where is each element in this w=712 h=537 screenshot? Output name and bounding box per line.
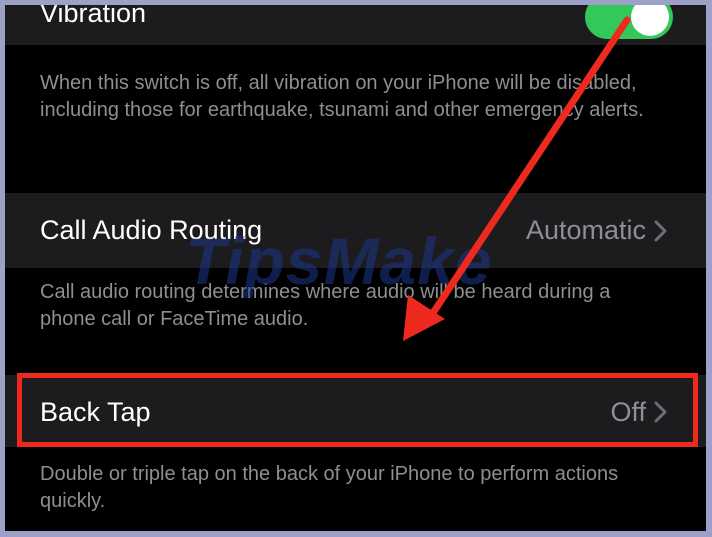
vibration-row[interactable]: Vibration	[5, 5, 706, 45]
settings-screen: Vibration When this switch is off, all v…	[5, 5, 706, 531]
call-audio-routing-footer: Call audio routing determines where audi…	[40, 281, 611, 330]
back-tap-footer: Double or triple tap on the back of your…	[40, 463, 619, 512]
chevron-right-icon	[654, 401, 667, 423]
toggle-knob	[631, 5, 669, 36]
chevron-right-icon	[654, 220, 667, 242]
back-tap-label: Back Tap	[40, 397, 151, 427]
back-tap-value: Off	[610, 397, 646, 427]
call-audio-routing-value: Automatic	[525, 215, 646, 245]
call-audio-routing-label: Call Audio Routing	[40, 215, 263, 245]
back-tap-row[interactable]: Back Tap Off	[5, 375, 706, 447]
vibration-toggle[interactable]	[585, 5, 673, 39]
vibration-label: Vibration	[40, 5, 147, 28]
call-audio-routing-row[interactable]: Call Audio Routing Automatic	[5, 193, 706, 268]
vibration-footer: When this switch is off, all vibration o…	[40, 72, 644, 121]
